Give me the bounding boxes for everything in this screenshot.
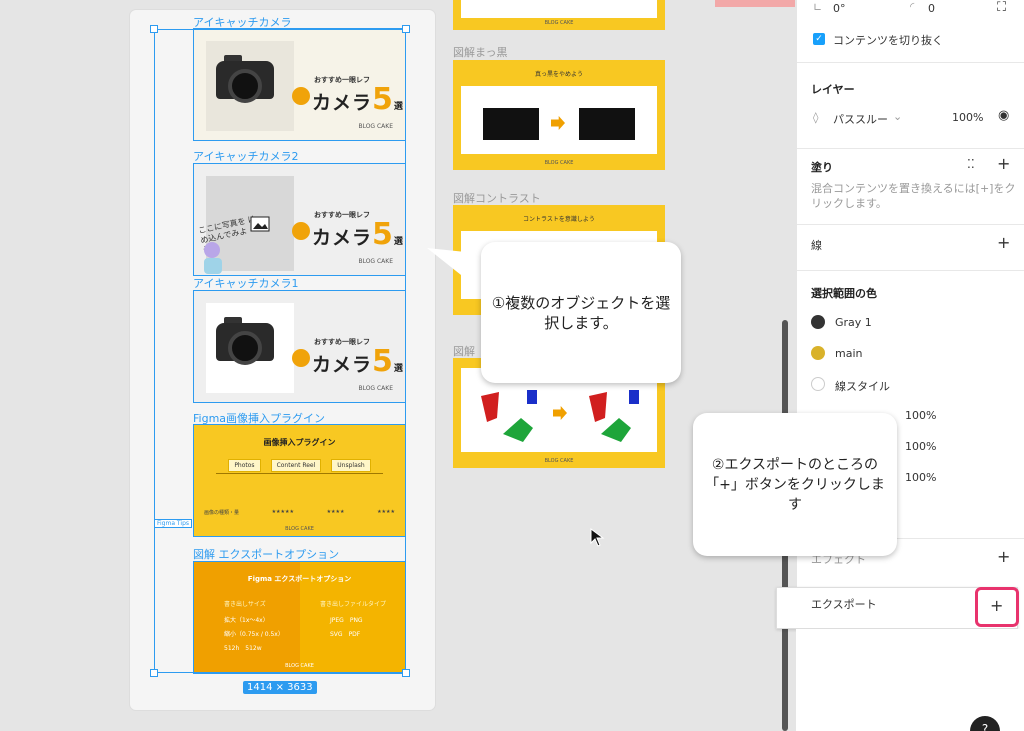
- color-swatch-main[interactable]: [811, 346, 825, 360]
- independent-corners-icon[interactable]: ⛶: [997, 0, 1006, 15]
- stroke-section: 線 +: [797, 224, 1024, 270]
- callout-two: ②エクスポートのところの「+」ボタンをクリックします: [693, 413, 897, 556]
- add-export-button[interactable]: +: [975, 587, 1019, 627]
- arrow-icon: [551, 116, 565, 130]
- color-swatch-stroke-style[interactable]: [811, 377, 825, 391]
- resize-handle-bottom-right[interactable]: [402, 669, 410, 677]
- rotation-icon: ∟: [813, 1, 823, 14]
- color-opacity-1[interactable]: 100%: [905, 409, 936, 422]
- layer-title: レイヤー: [811, 83, 855, 96]
- chevron-down-icon[interactable]: ⌄: [893, 110, 902, 123]
- blend-mode-dropdown[interactable]: パススルー: [833, 111, 888, 127]
- figma-tips-tag: Figma Tips: [154, 519, 193, 528]
- resize-handle-top-left[interactable]: [150, 25, 158, 33]
- frame-label-pitch-black[interactable]: 図解まっ黒: [453, 44, 508, 60]
- layer-opacity[interactable]: 100%: [952, 111, 983, 124]
- fill-hint: 混合コンテンツを置き換えるには[+]をクリックします。: [811, 182, 1016, 210]
- color-opacity-2[interactable]: 100%: [905, 440, 936, 453]
- color-name-gray1[interactable]: Gray 1: [835, 316, 872, 329]
- rotation-value[interactable]: 0°: [833, 2, 846, 15]
- layer-section: レイヤー ◊ パススルー ⌄ 100% ◉: [797, 62, 1024, 148]
- styles-grid-icon[interactable]: ⁚⁚: [967, 157, 975, 171]
- resize-handle-bottom-left[interactable]: [150, 669, 158, 677]
- selection-colors-title: 選択範囲の色: [811, 287, 877, 300]
- stroke-title: 線: [811, 239, 822, 252]
- mouse-cursor-icon: [590, 528, 605, 547]
- add-effect-plus-icon[interactable]: +: [997, 549, 1010, 565]
- resize-handle-top-right[interactable]: [402, 25, 410, 33]
- clip-content-checkbox[interactable]: ✓: [813, 33, 825, 45]
- callout-one: ①複数のオブジェクトを選択します。: [481, 242, 681, 383]
- color-opacity-3[interactable]: 100%: [905, 471, 936, 484]
- frame-pitch-black[interactable]: 真っ黒をやめよう BLOG CAKE: [453, 60, 665, 170]
- frame-label-contrast[interactable]: 図解コントラスト: [453, 190, 541, 206]
- add-stroke-plus-icon[interactable]: +: [997, 235, 1010, 251]
- export-title: エクスポート: [811, 598, 877, 611]
- frame-label-diagram[interactable]: 図解: [453, 343, 475, 359]
- corner-radius-icon: ◜: [910, 0, 915, 13]
- color-name-stroke-style[interactable]: 線スタイル: [835, 378, 890, 394]
- frame-partial-top[interactable]: BLOG CAKE: [453, 0, 665, 30]
- blend-drop-icon: ◊: [813, 111, 819, 124]
- offscreen-frame-edge: [715, 0, 795, 7]
- color-swatch-gray1[interactable]: [811, 315, 825, 329]
- corner-radius-value[interactable]: 0: [928, 2, 935, 15]
- fill-title: 塗り: [811, 161, 833, 174]
- selection-bounding-box[interactable]: [154, 29, 406, 673]
- color-name-main[interactable]: main: [835, 347, 862, 360]
- fill-section: 塗り ⁚⁚ + 混合コンテンツを置き換えるには[+]をクリックします。: [797, 148, 1024, 224]
- clip-content-label: コンテンツを切り抜く: [833, 34, 943, 47]
- selection-size-badge: 1414 × 3633: [243, 681, 317, 694]
- add-export-plus-icon[interactable]: +: [990, 598, 1003, 614]
- add-fill-plus-icon[interactable]: +: [997, 156, 1010, 172]
- eye-icon[interactable]: ◉: [998, 108, 1009, 123]
